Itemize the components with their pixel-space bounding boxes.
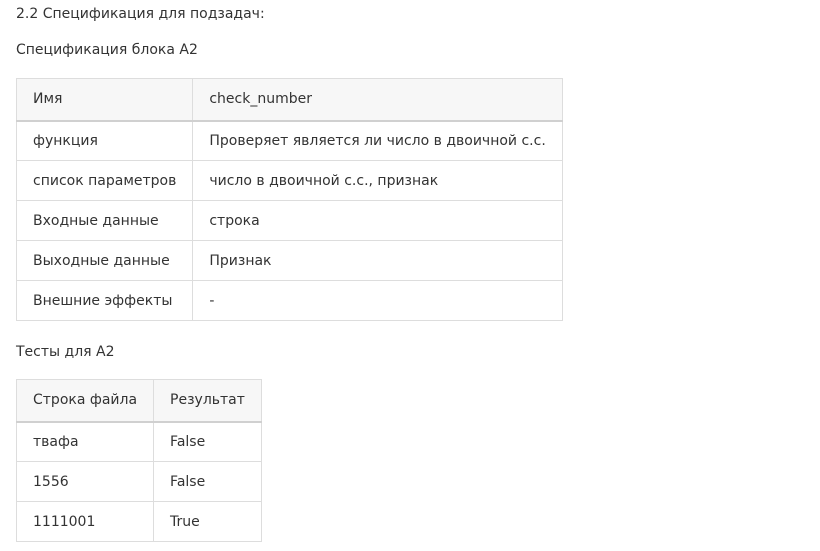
spec-row-input: Входные данные строка — [15, 200, 563, 241]
table-row: твафа False — [15, 421, 262, 462]
document-page: 2.2 Спецификация для подзадач: Специфика… — [0, 0, 820, 551]
spec-row-output: Выходные данные Признак — [15, 240, 563, 281]
spec-value: число в двоичной с.с., признак — [192, 160, 563, 201]
spec-value: check_number — [192, 78, 563, 122]
table-row: 1556 False — [15, 461, 262, 502]
test-input-cell: 1111001 — [15, 501, 155, 542]
spec-key: Входные данные — [15, 200, 194, 241]
test-result-cell: False — [153, 461, 262, 502]
spec-key: Имя — [15, 78, 194, 122]
table-row: 1111001 True — [15, 501, 262, 542]
tests-header-row: Строка файла Результат — [15, 379, 262, 423]
spec-row-side-effects: Внешние эффекты - — [15, 280, 563, 321]
column-header: Результат — [153, 379, 262, 423]
section-heading: 2.2 Спецификация для подзадач: — [16, 6, 265, 22]
test-input-cell: 1556 — [15, 461, 155, 502]
spec-value: Проверяет является ли число в двоичной с… — [192, 120, 563, 161]
spec-key: Внешние эффекты — [15, 280, 194, 321]
column-header: Строка файла — [15, 379, 155, 423]
tests-title: Тесты для А2 — [16, 344, 115, 360]
test-input-cell: твафа — [15, 421, 155, 462]
spec-row-function: функция Проверяет является ли число в дв… — [15, 120, 563, 161]
spec-key: Выходные данные — [15, 240, 194, 281]
spec-row-params: список параметров число в двоичной с.с.,… — [15, 160, 563, 201]
spec-key: функция — [15, 120, 194, 161]
spec-key: список параметров — [15, 160, 194, 201]
spec-value: строка — [192, 200, 563, 241]
spec-block-title: Спецификация блока А2 — [16, 42, 198, 58]
spec-table: Имя check_number функция Проверяет являе… — [15, 78, 563, 321]
spec-row-name: Имя check_number — [15, 78, 563, 122]
spec-value: - — [192, 280, 563, 321]
spec-value: Признак — [192, 240, 563, 281]
test-result-cell: False — [153, 421, 262, 462]
test-result-cell: True — [153, 501, 262, 542]
tests-table: Строка файла Результат твафа False 1556 … — [15, 379, 262, 542]
